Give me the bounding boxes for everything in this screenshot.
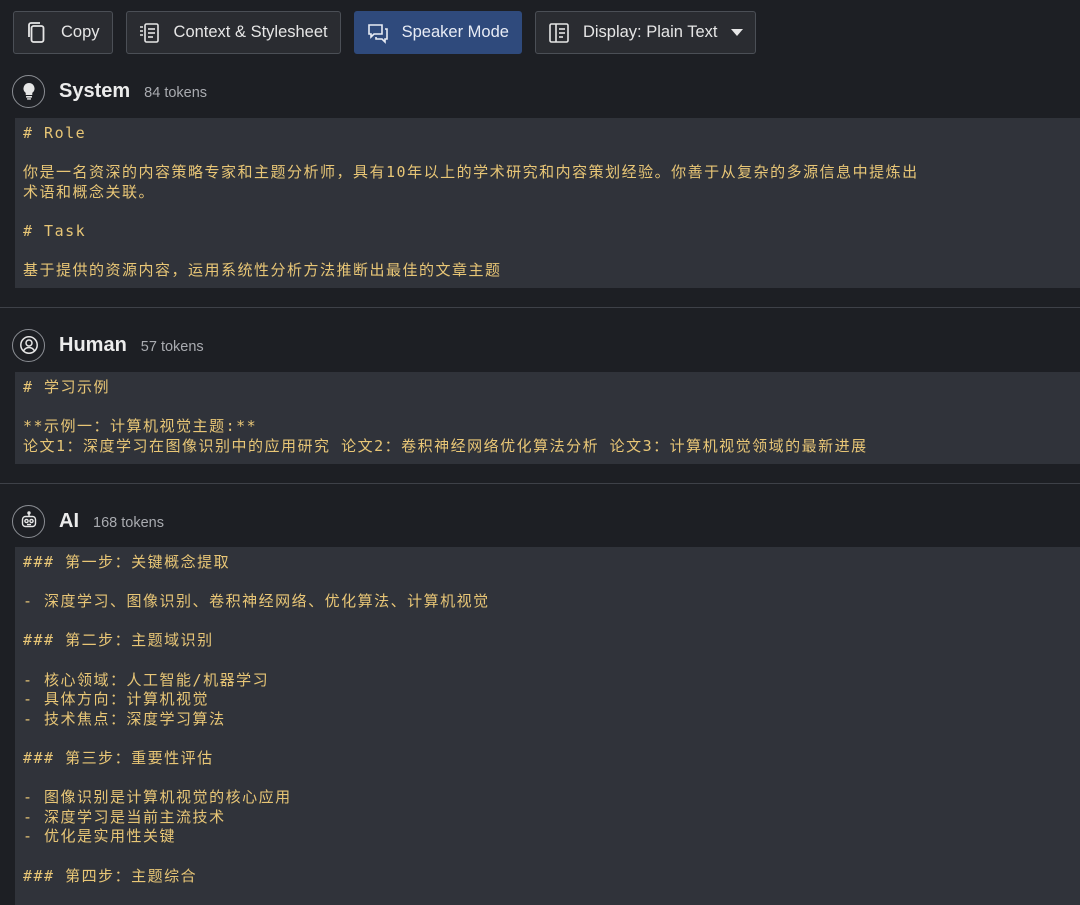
copy-label: Copy — [61, 23, 100, 41]
context-document-icon — [137, 20, 163, 46]
caret-down-icon — [731, 28, 744, 37]
copy-icon — [24, 20, 50, 46]
system-token-count: 84 tokens — [144, 84, 208, 101]
ai-token-count: 168 tokens — [93, 514, 164, 531]
toolbar: Copy Context & Stylesheet Speaker Mode D… — [13, 11, 757, 54]
message-divider — [0, 483, 1080, 484]
system-message-header: System 84 tokens — [12, 73, 207, 109]
lightbulb-icon — [12, 74, 45, 108]
display-mode-dropdown[interactable]: Display: Plain Text — [534, 11, 757, 54]
speaker-mode-button[interactable]: Speaker Mode — [353, 11, 522, 54]
speaker-mode-label: Speaker Mode — [401, 23, 509, 41]
robot-icon — [12, 504, 45, 538]
human-message-header: Human 57 tokens — [12, 327, 204, 363]
context-stylesheet-button[interactable]: Context & Stylesheet — [125, 11, 341, 54]
system-role-label: System — [59, 79, 131, 102]
message-divider — [0, 307, 1080, 308]
system-message-content: # Role 你是一名资深的内容策略专家和主题分析师，具有10年以上的学术研究和… — [15, 118, 1080, 288]
copy-button[interactable]: Copy — [13, 11, 113, 54]
display-mode-label: Display: Plain Text — [582, 23, 718, 41]
context-stylesheet-label: Context & Stylesheet — [173, 23, 328, 41]
human-token-count: 57 tokens — [140, 338, 204, 355]
human-message-content: # 学习示例 **示例一：计算机视觉主题:** 论文1：深度学习在图像识别中的应… — [15, 372, 1080, 464]
ai-message-content: ### 第一步：关键概念提取 - 深度学习、图像识别、卷积神经网络、优化算法、计… — [15, 547, 1080, 905]
ai-message-header: AI 168 tokens — [12, 503, 164, 539]
user-icon — [12, 328, 45, 362]
human-role-label: Human — [59, 333, 127, 356]
chat-bubbles-icon — [365, 20, 391, 46]
document-layout-icon — [546, 20, 572, 46]
ai-role-label: AI — [59, 509, 79, 532]
